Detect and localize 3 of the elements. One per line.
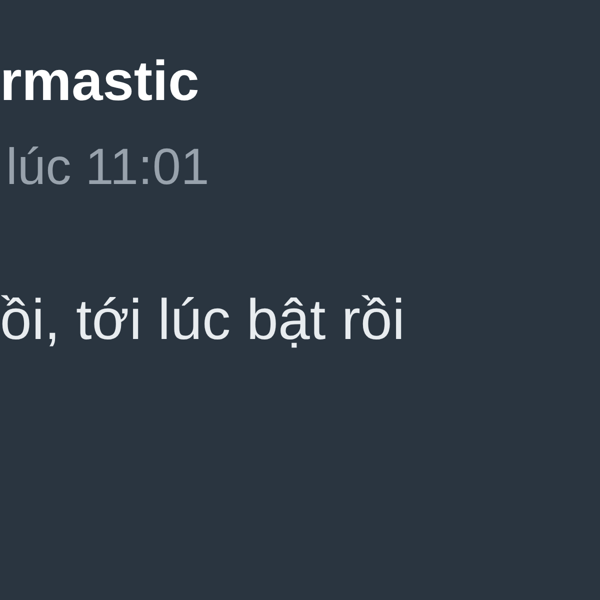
- message-timestamp: lúc 11:01: [6, 141, 210, 192]
- author-name: rmastic: [0, 53, 200, 109]
- message-text: ồi, tới lúc bật rồi: [0, 292, 405, 349]
